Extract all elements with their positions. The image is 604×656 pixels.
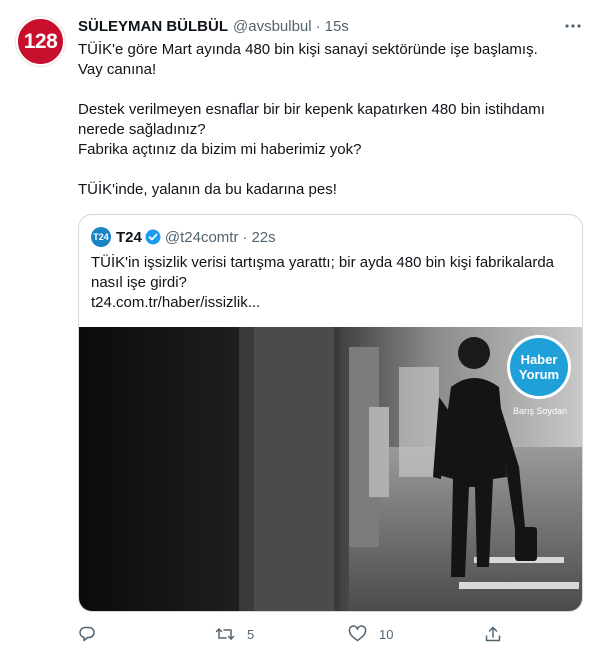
retweet-button[interactable]: 5 (215, 622, 254, 646)
action-bar: 5 10 (78, 622, 508, 646)
tweet-line: nerede sağladınız? (78, 121, 206, 138)
tweet[interactable]: 128 SÜLEYMAN BÜLBÜL @avsbulbul · 15s TÜİ… (0, 0, 604, 656)
tweet-line: Fabrika açtınız da bizim mi haberimiz yo… (78, 141, 362, 158)
like-count: 10 (379, 626, 394, 642)
user-handle[interactable]: @avsbulbul (233, 18, 312, 35)
avatar-label: 128 (23, 29, 58, 53)
tweet-line: TÜİK'inde, yalanın da bu kadarına pes! (78, 181, 337, 198)
logo-line-2: Yorum (518, 367, 560, 382)
separator-dot: · (242, 228, 248, 246)
reply-icon (79, 626, 95, 642)
share-button[interactable] (484, 622, 502, 646)
quoted-handle[interactable]: @t24comtr (165, 229, 239, 246)
retweet-icon (215, 628, 235, 640)
avatar[interactable]: 128 (16, 17, 65, 66)
tweet-line: Destek verilmeyen esnaflar bir bir kepen… (78, 101, 545, 118)
timestamp[interactable]: 15s (325, 18, 349, 35)
separator-dot: · (315, 17, 321, 35)
tweet-header: SÜLEYMAN BÜLBÜL @avsbulbul · 15s (78, 16, 349, 36)
quoted-body: TÜİK'in işsizlik verisi tartışma yarattı… (91, 254, 555, 291)
heart-icon (348, 625, 367, 642)
like-button[interactable]: 10 (348, 622, 393, 646)
logo-line-1: Haber (520, 352, 558, 367)
tweet-line: TÜİK'e göre Mart ayında 480 bin kişi san… (78, 41, 538, 58)
tweet-line: Vay canına! (78, 61, 157, 78)
haber-yorum-logo: Haber Yorum (507, 335, 571, 399)
quoted-timestamp[interactable]: 22s (251, 229, 275, 246)
logo-author: Barış Soydan (512, 406, 568, 416)
more-options-icon[interactable] (562, 16, 584, 36)
quoted-display-name[interactable]: T24 (116, 229, 142, 246)
share-icon (485, 626, 501, 642)
verified-badge-icon (145, 229, 161, 245)
quoted-image[interactable]: Haber Yorum Barış Soydan (79, 327, 582, 611)
retweet-count: 5 (247, 626, 255, 642)
quoted-tweet-header: T24 T24 @t24comtr · 22s (91, 227, 276, 247)
quoted-tweet[interactable]: T24 T24 @t24comtr · 22s TÜİK'in işsizlik… (78, 214, 583, 612)
quoted-avatar[interactable]: T24 (91, 227, 111, 247)
display-name[interactable]: SÜLEYMAN BÜLBÜL (78, 18, 228, 35)
quoted-avatar-label: T24 (93, 232, 109, 242)
tweet-text: TÜİK'e göre Mart ayında 480 bin kişi san… (78, 40, 578, 200)
quoted-text: TÜİK'in işsizlik verisi tartışma yarattı… (91, 253, 571, 313)
quoted-link[interactable]: t24.com.tr/haber/issizlik... (91, 293, 571, 313)
reply-button[interactable] (78, 622, 108, 646)
